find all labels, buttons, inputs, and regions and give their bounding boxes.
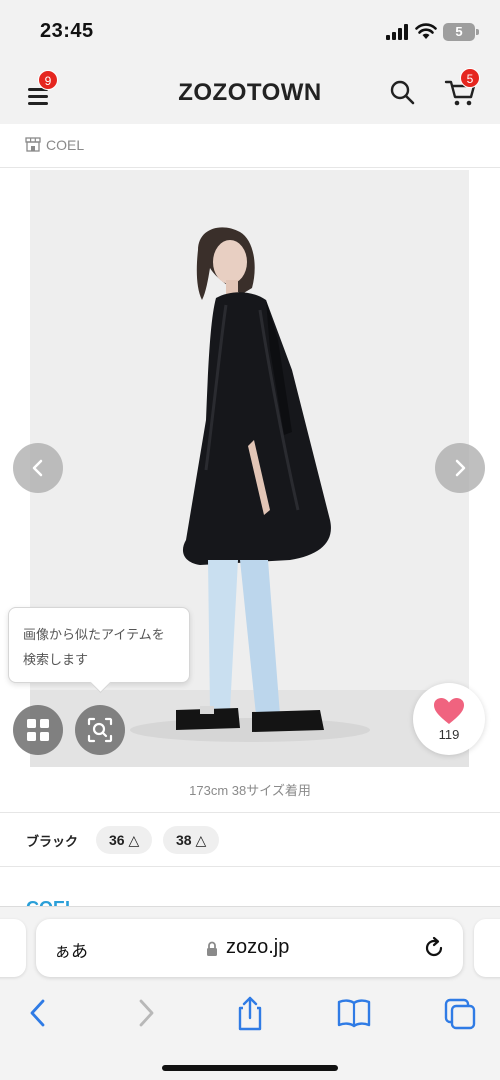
next-image-button[interactable] [435,443,485,493]
previous-tab-preview[interactable] [0,919,26,977]
size-label: 38 [176,832,192,848]
page-settings-button[interactable]: ぁあ [54,937,88,962]
favorite-count: 119 [438,727,460,742]
stock-mark: △ [128,832,140,848]
tabs-icon[interactable] [440,995,480,1031]
battery-cap [476,29,479,35]
brand-name: COEL [46,137,85,153]
next-tab-preview[interactable] [474,919,500,977]
image-search-icon [87,717,113,743]
chevron-left-icon [32,459,43,477]
grid-icon [27,719,49,741]
variant-row: ブラック 36 △ 38 △ [0,813,500,867]
shop-icon [25,137,41,152]
color-name: ブラック [26,834,79,849]
reload-icon[interactable] [422,936,446,960]
grid-view-button[interactable] [13,705,63,755]
size-chip-36[interactable]: 36 △ [96,826,153,854]
zozotown-logo[interactable]: ZOZOTOWN [0,79,500,107]
image-search-tooltip: 画像から似たアイテムを検索します [8,607,190,683]
chevron-right-icon [455,459,466,477]
stock-mark: △ [195,832,207,848]
size-chip-38[interactable]: 38 △ [163,826,220,854]
brand-breadcrumb[interactable]: COEL [0,124,500,168]
cart-badge: 5 [460,68,480,88]
search-icon[interactable] [388,78,416,106]
favorite-button[interactable]: 119 [413,683,485,755]
model-caption: 173cm 38サイズ着用 [189,783,311,798]
battery-icon: 5 [443,23,475,41]
home-indicator[interactable] [162,1065,338,1071]
address-bar[interactable]: ぁあ zozo.jp [36,919,463,977]
cellular-signal-icon [386,24,408,40]
share-icon[interactable] [230,995,270,1031]
cart-button[interactable]: 5 [444,68,480,108]
heart-icon [434,698,464,724]
previous-image-button[interactable] [13,443,63,493]
status-bar: 23:45 5 [0,0,500,62]
size-label: 36 [109,832,125,848]
url-text: zozo.jp [226,936,290,958]
bookmarks-icon[interactable] [334,995,374,1031]
browser-bar: ぁあ zozo.jp [0,906,500,1080]
forward-icon[interactable] [126,995,166,1031]
status-time: 23:45 [40,20,94,42]
wifi-icon [415,23,437,39]
lock-icon [207,941,217,956]
image-search-button[interactable] [75,705,125,755]
back-icon[interactable] [18,995,58,1031]
app-header: 9 ZOZOTOWN 5 [0,62,500,124]
